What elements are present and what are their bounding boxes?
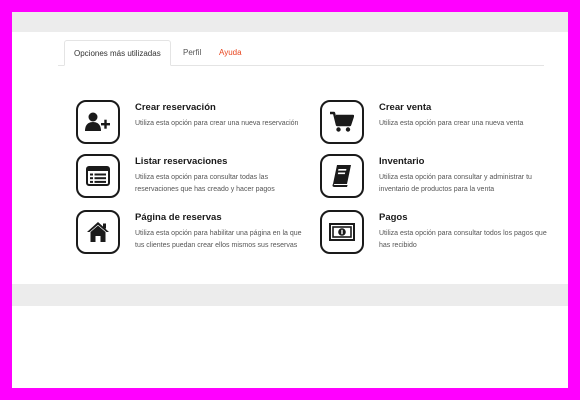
option-title: Inventario: [379, 156, 425, 167]
option-title: Crear venta: [379, 102, 432, 113]
option-title: Pagos: [379, 212, 408, 223]
option-title: Listar reservaciones: [135, 156, 228, 167]
option-create-sale[interactable]: Crear venta Utiliza esta opción para cre…: [320, 100, 550, 150]
option-title: Página de reservas: [135, 212, 222, 223]
book-icon[interactable]: [320, 154, 364, 198]
page-frame: Opciones más utilizadas Perfil Ayuda Cre…: [12, 12, 568, 388]
add-user-icon[interactable]: [76, 100, 120, 144]
option-description: Utiliza esta opción para crear una nueva…: [379, 120, 524, 127]
option-description: Utiliza esta opción para consultar todos…: [379, 230, 547, 249]
option-description: Utiliza esta opción para consultar y adm…: [379, 174, 532, 193]
money-icon[interactable]: [320, 210, 364, 254]
home-icon[interactable]: [76, 210, 120, 254]
option-title: Crear reservación: [135, 102, 216, 113]
tab-bar: Opciones más utilizadas Perfil Ayuda: [58, 40, 544, 66]
shopping-cart-icon[interactable]: [320, 100, 364, 144]
option-inventory[interactable]: Inventario Utiliza esta opción para cons…: [320, 154, 550, 204]
option-description: Utiliza esta opción para consultar todas…: [135, 174, 275, 193]
tab-most-used[interactable]: Opciones más utilizadas: [64, 40, 171, 66]
options-panel: Opciones más utilizadas Perfil Ayuda Cre…: [58, 40, 547, 272]
tab-profile[interactable]: Perfil: [174, 40, 210, 65]
option-payments[interactable]: Pagos Utiliza esta opción para consultar…: [320, 210, 550, 260]
option-description: Utiliza esta opción para habilitar una p…: [135, 230, 302, 249]
top-bar: [12, 12, 568, 32]
list-icon[interactable]: [76, 154, 120, 198]
option-booking-page[interactable]: Página de reservas Utiliza esta opción p…: [76, 210, 306, 260]
option-description: Utiliza esta opción para crear una nueva…: [135, 120, 299, 127]
option-create-reservation[interactable]: Crear reservación Utiliza esta opción pa…: [76, 100, 306, 150]
tab-help[interactable]: Ayuda: [210, 40, 251, 65]
bottom-bar: [12, 284, 568, 306]
option-list-reservations[interactable]: Listar reservaciones Utiliza esta opción…: [76, 154, 306, 204]
